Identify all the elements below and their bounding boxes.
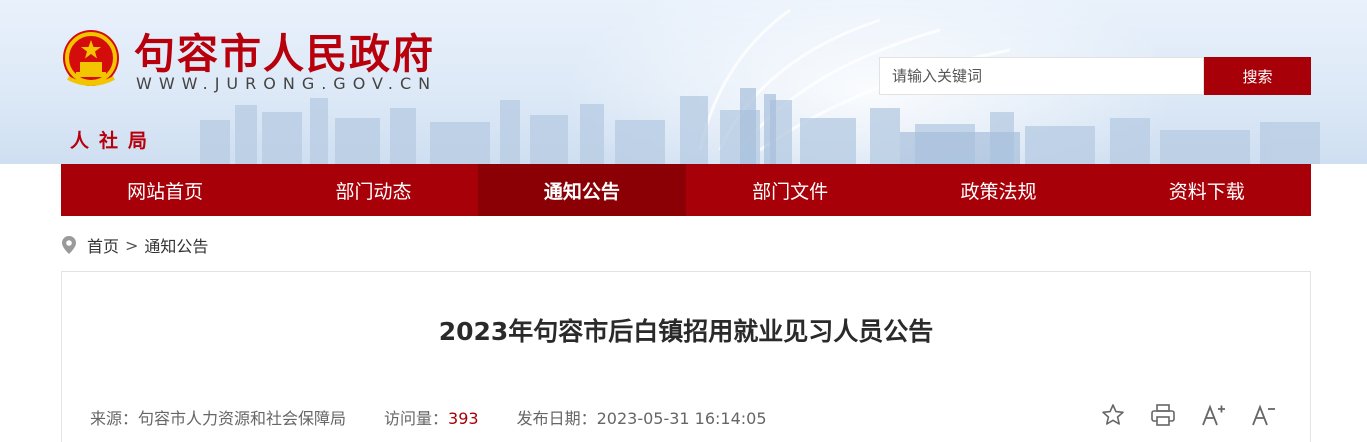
- department-label: 人社局: [70, 130, 158, 152]
- star-icon: [1102, 404, 1124, 425]
- print-button[interactable]: [1150, 402, 1176, 428]
- font-increase-icon: [1202, 404, 1225, 426]
- views-label: 访问量：: [384, 409, 449, 428]
- location-pin-icon: [62, 236, 76, 254]
- breadcrumb-home-link[interactable]: 首页: [87, 233, 119, 257]
- nav-item-policies[interactable]: 政策法规: [894, 164, 1102, 216]
- nav-item-home[interactable]: 网站首页: [61, 164, 269, 216]
- nav-item-dept-news[interactable]: 部门动态: [269, 164, 477, 216]
- site-domain: WWW.JURONG.GOV.CN: [136, 74, 438, 93]
- header-banner: 句容市人民政府 WWW.JURONG.GOV.CN 人社局 搜索: [0, 0, 1367, 164]
- source-label: 来源：: [90, 409, 139, 428]
- article-source: 来源：句容市人力资源和社会保障局: [90, 405, 346, 429]
- article-views: 访问量：393: [384, 405, 479, 429]
- font-decrease-button[interactable]: [1250, 402, 1276, 428]
- breadcrumb-separator: >: [125, 235, 139, 255]
- favorite-button[interactable]: [1100, 402, 1126, 428]
- search-input[interactable]: [879, 57, 1204, 95]
- font-increase-button[interactable]: [1200, 402, 1226, 428]
- nav-item-notices[interactable]: 通知公告: [477, 164, 686, 216]
- breadcrumb: 首页 > 通知公告: [61, 233, 208, 257]
- national-emblem-icon: [63, 30, 119, 86]
- page: 句容市人民政府 WWW.JURONG.GOV.CN 人社局 搜索 网站首页 部门…: [0, 0, 1367, 442]
- breadcrumb-current-link[interactable]: 通知公告: [144, 233, 208, 257]
- site-title: 句容市人民政府: [134, 30, 435, 78]
- nav-item-downloads[interactable]: 资料下载: [1103, 164, 1311, 216]
- date-value: 2023-05-31 16:14:05: [596, 409, 767, 428]
- font-decrease-icon: [1252, 404, 1275, 426]
- article-meta: 来源：句容市人力资源和社会保障局 访问量：393 发布日期：2023-05-31…: [90, 405, 805, 429]
- main-nav: 网站首页 部门动态 通知公告 部门文件 政策法规 资料下载: [61, 164, 1311, 216]
- article-tools: [1076, 402, 1276, 428]
- nav-item-dept-documents[interactable]: 部门文件: [686, 164, 894, 216]
- views-count: 393: [448, 409, 479, 428]
- search-button[interactable]: 搜索: [1204, 57, 1311, 95]
- article-panel: 2023年句容市后白镇招用就业见习人员公告 来源：句容市人力资源和社会保障局 访…: [61, 271, 1311, 442]
- date-label: 发布日期：: [516, 409, 597, 428]
- print-icon: [1151, 404, 1175, 426]
- source-value: 句容市人力资源和社会保障局: [138, 409, 347, 428]
- article-title: 2023年句容市后白镇招用就业见习人员公告: [438, 317, 934, 346]
- article-date: 发布日期：2023-05-31 16:14:05: [517, 405, 767, 429]
